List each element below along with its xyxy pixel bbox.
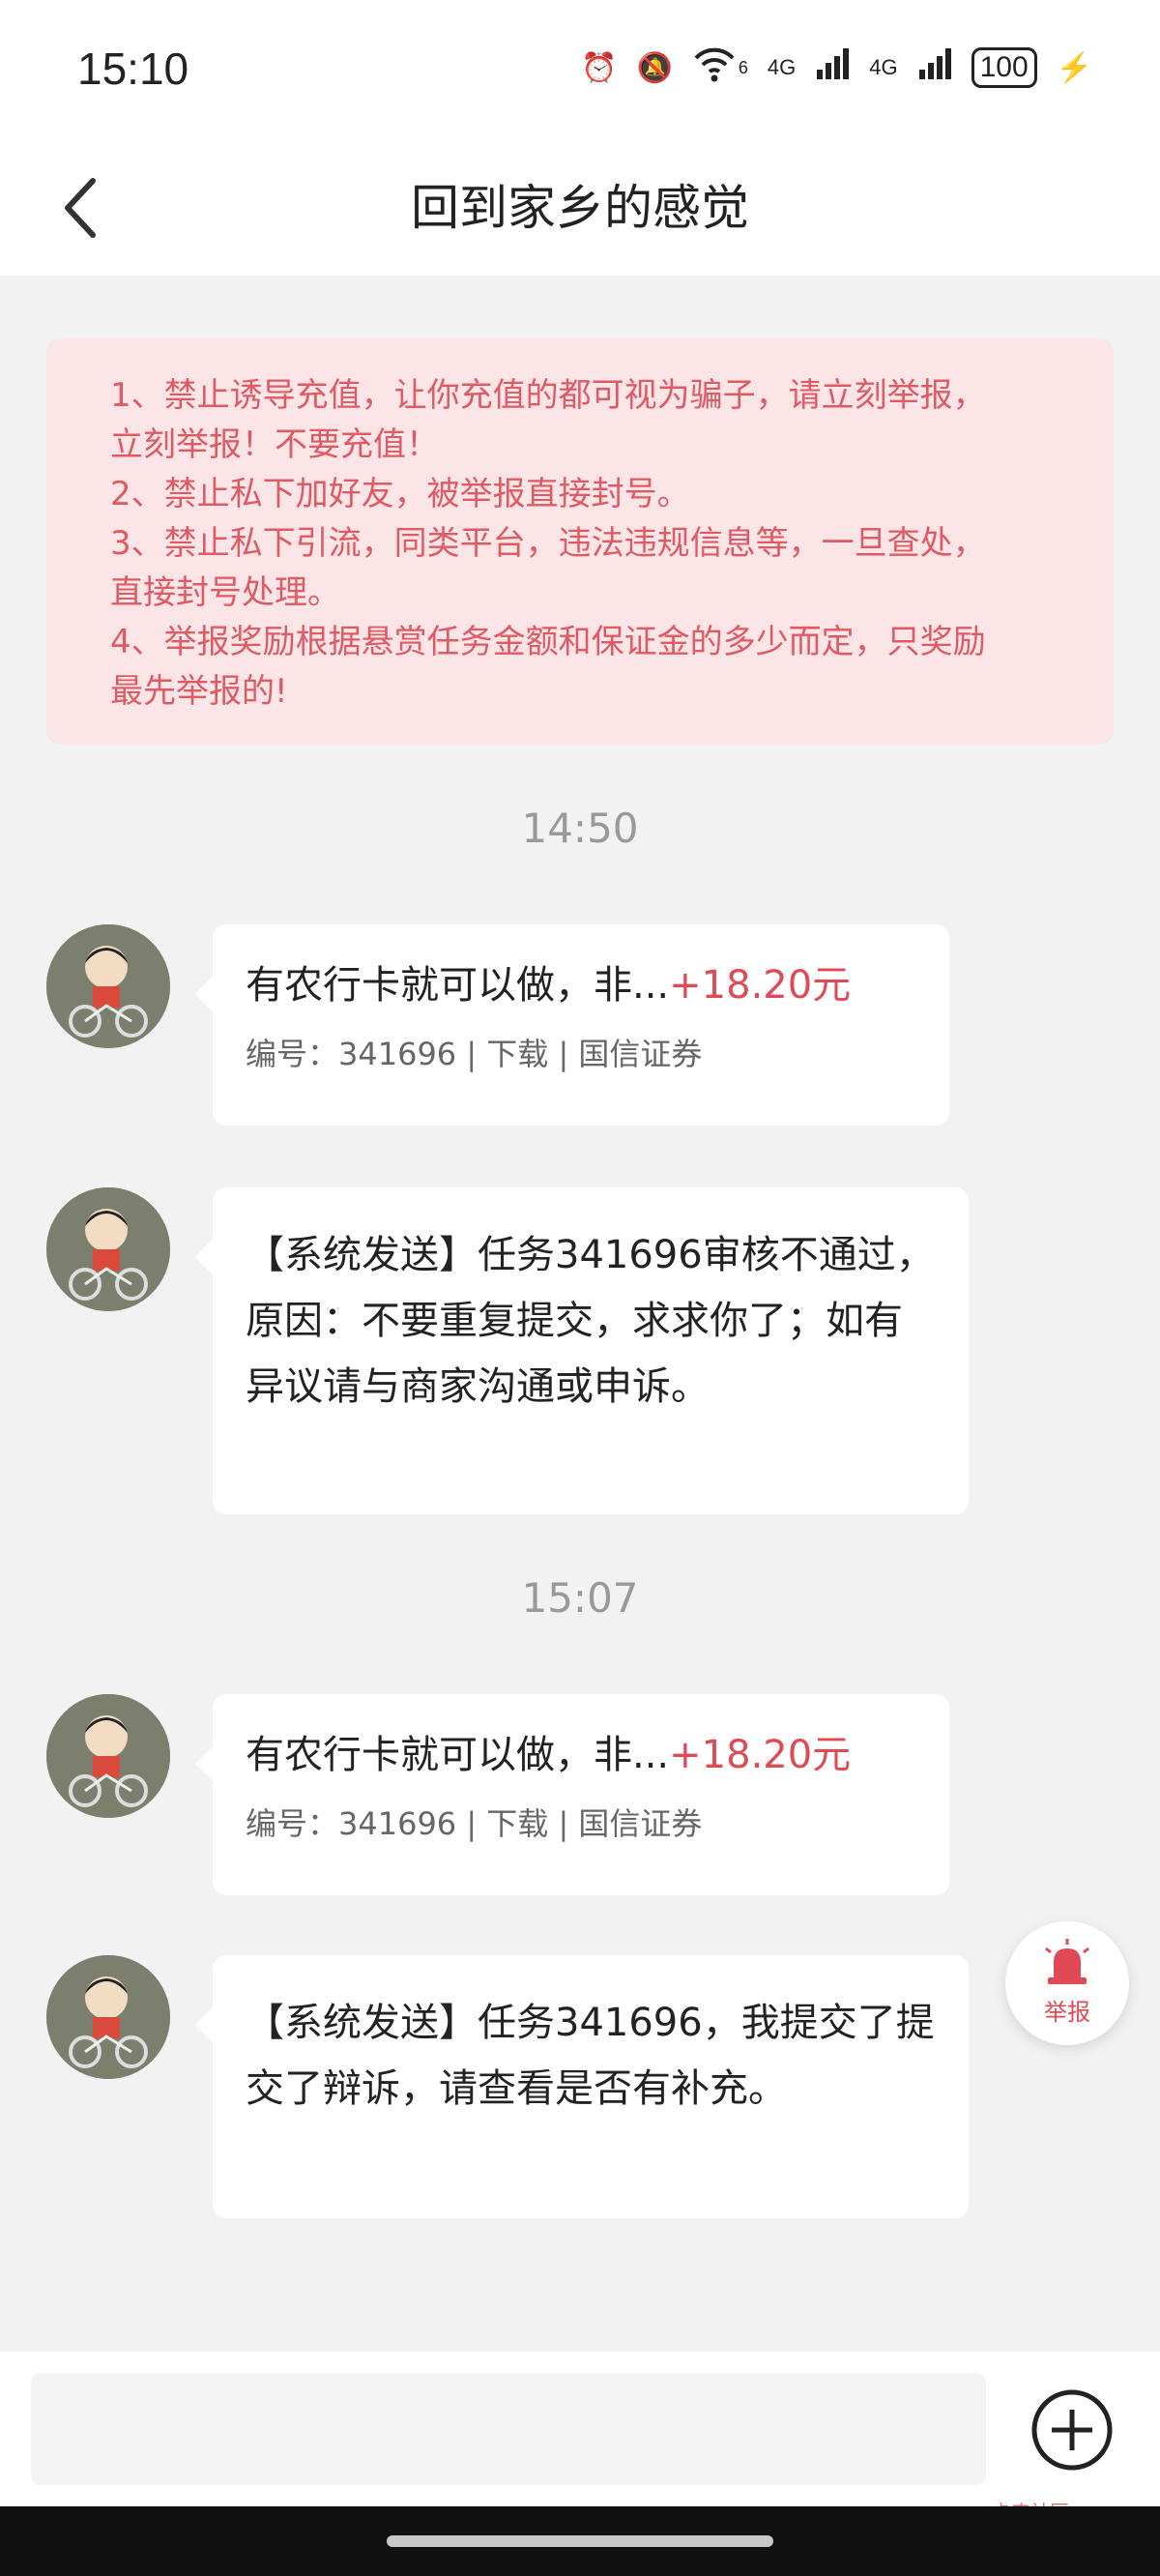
avatar-image: [46, 1187, 170, 1311]
task-title: 有农行卡就可以做，非...: [246, 1733, 670, 1777]
network-type-1: 4G: [767, 55, 797, 79]
page-title: 回到家乡的感觉: [411, 180, 749, 236]
avatar-image: [46, 1694, 170, 1818]
network-type-2: 4G: [869, 55, 898, 79]
report-label: 举报: [1044, 1999, 1090, 2026]
task-title: 有农行卡就可以做，非...: [246, 963, 670, 1008]
task-reward: +18.20元: [669, 1733, 852, 1777]
system-message: 【系统发送】任务341696审核不通过，原因：不要重复提交，求求你了；如有异议请…: [195, 1187, 969, 1514]
notice-line: 2、禁止私下加好友，被举报直接封号。: [110, 475, 690, 513]
home-indicator[interactable]: [387, 2535, 773, 2547]
notice-line: 1、禁止诱导充值，让你充值的都可视为骗子，请立刻举报，: [110, 376, 986, 415]
wifi-6-badge: 6: [738, 57, 748, 77]
avatar[interactable]: [46, 1187, 170, 1311]
status-time: 15:10: [77, 44, 189, 94]
status-icons: ⏰ 🔕 6 4G 4G 100 ⚡: [581, 44, 1092, 91]
notice-line: 3、禁止私下引流，同类平台，违法违规信息等，一旦查处，: [110, 524, 986, 563]
message-input[interactable]: [31, 2373, 986, 2485]
task-meta: 编号：341696 | 下载 | 国信证券: [246, 1036, 703, 1072]
report-button[interactable]: 举报: [1005, 1921, 1129, 2045]
task-card-message[interactable]: 有农行卡就可以做，非...+18.20元 编号：341696 | 下载 | 国信…: [195, 924, 949, 1126]
timestamp-divider: 14:50: [521, 805, 639, 852]
signal-icon-2: [917, 46, 952, 89]
mute-icon: 🔕: [636, 51, 673, 84]
plus-circle-icon: [1031, 2389, 1113, 2471]
avatar-image: [46, 1955, 170, 2079]
alarm-siren-icon: [1045, 1939, 1089, 1984]
add-button[interactable]: [1030, 2388, 1114, 2472]
signal-icon: [815, 46, 850, 89]
charging-icon: ⚡: [1056, 51, 1092, 84]
system-message: 【系统发送】任务341696，我提交了提交了辩诉，请查看是否有补充。: [195, 1955, 969, 2218]
timestamp-divider: 15:07: [521, 1574, 639, 1622]
input-bar: [0, 2352, 1160, 2506]
task-title-line: 有农行卡就可以做，非...+18.20元: [246, 961, 916, 1010]
battery-indicator: 100: [971, 47, 1037, 88]
status-bar: 15:10 ⏰ 🔕 6 4G 4G 100 ⚡: [0, 0, 1160, 140]
system-nav-bar: [0, 2506, 1160, 2576]
alarm-icon: ⏰: [581, 51, 618, 84]
wifi-icon: [692, 44, 737, 91]
task-card-message[interactable]: 有农行卡就可以做，非...+18.20元 编号：341696 | 下载 | 国信…: [195, 1694, 949, 1895]
notice-line: 最先举报的!: [110, 672, 288, 711]
avatar[interactable]: [46, 1955, 170, 2079]
chat-header: 回到家乡的感觉: [0, 140, 1160, 276]
task-reward: +18.20元: [669, 963, 852, 1008]
notice-line: 立刻举报！不要充值！: [110, 425, 439, 464]
task-meta: 编号：341696 | 下载 | 国信证券: [246, 1805, 703, 1842]
notice-line: 直接封号处理。: [110, 573, 340, 612]
avatar[interactable]: [46, 924, 170, 1048]
task-title-line: 有农行卡就可以做，非...+18.20元: [246, 1731, 916, 1779]
avatar-image: [46, 924, 170, 1048]
avatar[interactable]: [46, 1694, 170, 1818]
rules-notice: 1、禁止诱导充值，让你充值的都可视为骗子，请立刻举报， 立刻举报！不要充值！ 2…: [46, 338, 1114, 745]
notice-line: 4、举报奖励根据悬赏任务金额和保证金的多少而定，只奖励: [110, 623, 986, 661]
